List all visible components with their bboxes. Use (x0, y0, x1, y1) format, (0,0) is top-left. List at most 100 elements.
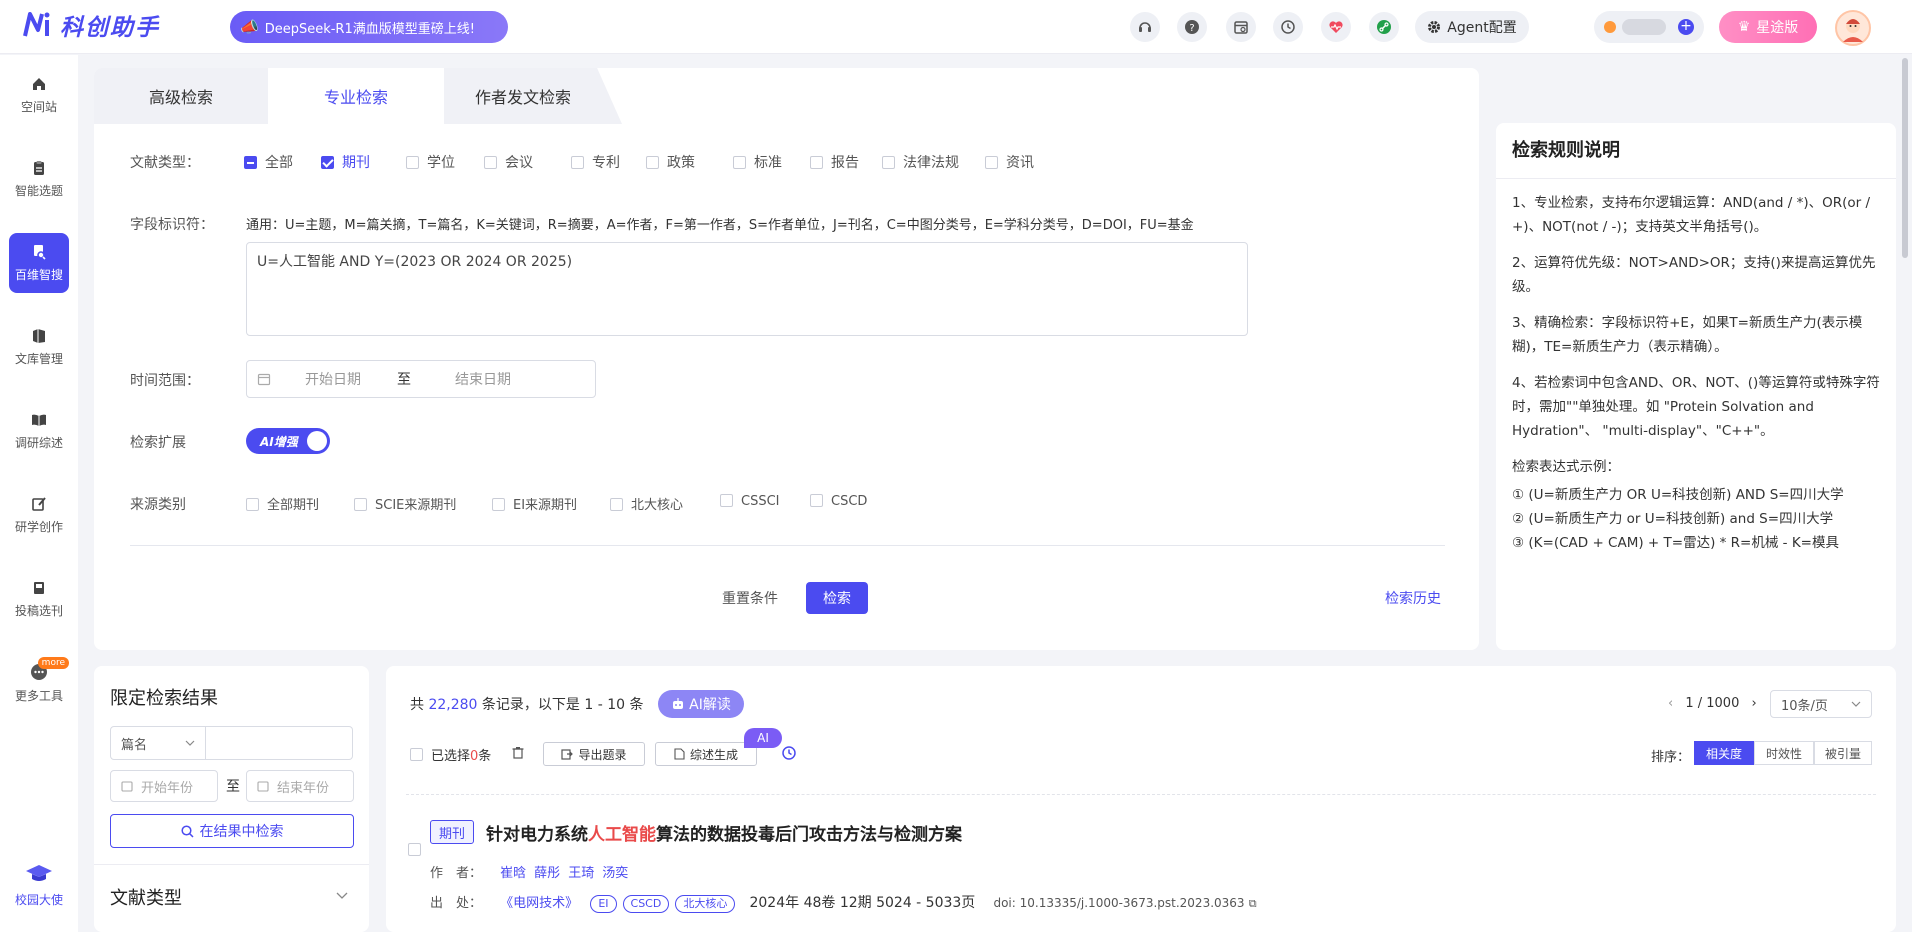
sort-option[interactable]: 被引量 (1814, 741, 1872, 765)
source-option[interactable]: SCIE来源期刊 (354, 494, 456, 513)
end-date-input[interactable]: 结束日期 (455, 369, 511, 389)
tab-professional[interactable]: 专业检索 (268, 68, 444, 124)
doc-type-checkbox[interactable] (985, 156, 998, 169)
history-icon[interactable] (1273, 12, 1303, 42)
prev-page-icon[interactable]: ‹ (1668, 696, 1673, 711)
search-history-link[interactable]: 检索历史 (1385, 588, 1441, 608)
vip-button[interactable]: ♛ 星途版 (1719, 11, 1817, 43)
doc-type-checkbox[interactable] (733, 156, 746, 169)
chevron-down-icon[interactable] (336, 892, 348, 900)
doc-type-checkbox[interactable] (571, 156, 584, 169)
source-checkbox[interactable] (610, 498, 623, 511)
sidebar-item-search[interactable]: 百维智搜 (9, 233, 69, 293)
document-icon (674, 748, 685, 760)
sort-option[interactable]: 相关度 (1694, 741, 1754, 765)
reset-button[interactable]: 重置条件 (712, 582, 788, 614)
source-label: SCIE来源期刊 (375, 498, 457, 513)
select-all-checkbox[interactable] (410, 748, 423, 761)
ai-enhance-label: AI增强 (260, 434, 298, 449)
doc-type-option[interactable]: 报告 (810, 152, 859, 172)
source-option[interactable]: 全部期刊 (246, 494, 319, 513)
doc-type-option[interactable]: 标准 (733, 152, 782, 172)
doc-type-option[interactable]: 期刊 (321, 152, 370, 172)
tab-author[interactable]: 作者发文检索 (444, 68, 622, 124)
doc-type-option[interactable]: 全部 (244, 152, 293, 172)
doc-type-checkbox[interactable] (244, 156, 257, 169)
export-button[interactable]: 导出题录 (543, 742, 645, 766)
field-select[interactable]: 篇名 (110, 726, 206, 760)
tab-label: 作者发文检索 (474, 88, 571, 107)
author-link[interactable]: 汤奕 (602, 866, 628, 881)
doc-type-checkbox[interactable] (810, 156, 823, 169)
calendar-icon[interactable] (1226, 12, 1256, 42)
doc-type-option[interactable]: 学位 (406, 152, 455, 172)
sidebar-item-ambassador[interactable]: 校园大使 (9, 855, 69, 915)
doc-type-checkbox[interactable] (406, 156, 419, 169)
history-icon[interactable] (781, 745, 797, 761)
source-checkbox[interactable] (492, 498, 505, 511)
sidebar-item-more[interactable]: more 更多工具 (9, 653, 69, 713)
query-textarea[interactable]: U=人工智能 AND Y=(2023 OR 2024 OR 2025) (246, 242, 1248, 336)
user-pill[interactable]: + (1594, 11, 1704, 43)
ai-enhance-toggle[interactable]: AI增强 (246, 428, 330, 454)
sidebar-item-writing[interactable]: 研学创作 (9, 485, 69, 545)
tab-advanced[interactable]: 高级检索 (94, 68, 268, 124)
divider (406, 794, 1876, 795)
date-range-picker[interactable]: 开始日期 至 结束日期 (246, 360, 596, 398)
search-in-results-button[interactable]: 在结果中检索 (110, 814, 354, 848)
source-checkbox[interactable] (720, 494, 733, 507)
source-option[interactable]: CSCD (810, 494, 867, 509)
search-button[interactable]: 检索 (806, 582, 868, 614)
doc-type-option[interactable]: 政策 (646, 152, 695, 172)
sort-option[interactable]: 时效性 (1754, 741, 1814, 765)
sidebar-item-submit[interactable]: 投稿选刊 (9, 569, 69, 629)
author-link[interactable]: 崔晗 (500, 866, 526, 881)
doc-type-option[interactable]: 会议 (484, 152, 533, 172)
doc-type-checkbox[interactable] (882, 156, 895, 169)
sidebar-item-library[interactable]: 文库管理 (9, 317, 69, 377)
copy-icon[interactable]: ⧉ (1249, 897, 1257, 910)
doc-type-option[interactable]: 资讯 (985, 152, 1034, 172)
doc-type-option[interactable]: 法律法规 (882, 152, 959, 172)
source-checkbox[interactable] (810, 494, 823, 507)
ai-read-button[interactable]: AI解读 (658, 690, 744, 718)
source-option[interactable]: CSSCI (720, 494, 780, 509)
agent-config-button[interactable]: Agent配置 (1415, 11, 1529, 43)
start-year-input[interactable]: 开始年份 (110, 770, 218, 802)
doc-type-section-title[interactable]: 文献类型 (110, 884, 182, 910)
author-link[interactable]: 王琦 (568, 866, 594, 881)
scrollbar[interactable] (1902, 58, 1908, 258)
sidebar-item-topic[interactable]: 智能选题 (9, 149, 69, 209)
heart-pulse-icon[interactable] (1321, 12, 1351, 42)
export-label: 导出题录 (578, 747, 627, 762)
doc-type-checkbox[interactable] (321, 156, 334, 169)
source-checkbox[interactable] (354, 498, 367, 511)
end-year-input[interactable]: 结束年份 (246, 770, 354, 802)
source-option[interactable]: 北大核心 (610, 494, 683, 513)
rule-item: 4、若检索词中包含AND、OR、NOT、()等运算符或特殊字符时，需加""单独处… (1512, 375, 1880, 439)
app-logo[interactable]: 科创助手 (22, 8, 160, 42)
article-checkbox[interactable] (408, 843, 421, 856)
trash-icon[interactable] (512, 746, 524, 759)
avatar[interactable] (1835, 10, 1871, 46)
filter-input[interactable] (206, 726, 353, 760)
link-icon[interactable] (1369, 12, 1399, 42)
article-title[interactable]: 针对电力系统人工智能算法的数据投毒后门攻击方法与检测方案 (486, 820, 962, 845)
source-checkbox[interactable] (246, 498, 259, 511)
summary-button[interactable]: 综述生成 (655, 742, 757, 766)
sidebar-item-review[interactable]: 调研综述 (9, 401, 69, 461)
add-icon[interactable]: + (1678, 19, 1694, 35)
start-date-input[interactable]: 开始日期 (305, 369, 361, 389)
next-page-icon[interactable]: › (1751, 696, 1756, 711)
sidebar-item-space[interactable]: 空间站 (9, 65, 69, 125)
promo-banner[interactable]: 📣 DeepSeek-R1满血版模型重磅上线! (230, 11, 508, 43)
journal-link[interactable]: 《电网技术》 (500, 896, 578, 911)
doc-type-option[interactable]: 专利 (571, 152, 620, 172)
doc-type-checkbox[interactable] (484, 156, 497, 169)
headset-icon[interactable] (1130, 12, 1160, 42)
help-icon[interactable]: ? (1177, 12, 1207, 42)
source-option[interactable]: EI来源期刊 (492, 494, 577, 513)
author-link[interactable]: 薛彤 (534, 866, 560, 881)
doc-type-checkbox[interactable] (646, 156, 659, 169)
page-size-select[interactable]: 10条/页 (1770, 690, 1872, 718)
